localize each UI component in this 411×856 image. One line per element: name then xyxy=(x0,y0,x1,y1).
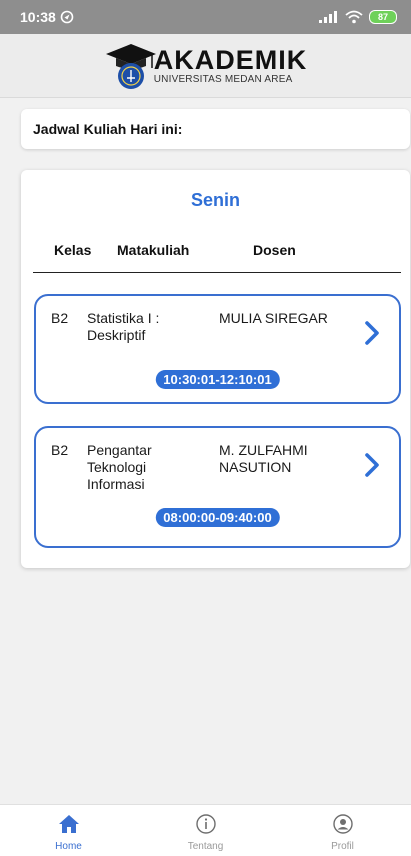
home-icon xyxy=(58,815,79,833)
column-header-kelas: Kelas xyxy=(54,242,92,258)
app-logo: AKADEMIK UNIVERSITAS MEDAN AREA xyxy=(104,40,308,92)
nav-label-home: Home xyxy=(55,841,82,852)
course-dosen: MULIA SIREGAR xyxy=(219,310,328,326)
nav-item-profil[interactable]: Profil xyxy=(283,805,403,852)
course-matakuliah: Pengantar Teknologi Informasi xyxy=(87,442,152,492)
battery-indicator: 87 xyxy=(369,10,397,24)
location-icon xyxy=(60,10,74,24)
course-matakuliah: Statistika I : Deskriptif xyxy=(87,310,160,343)
course-card[interactable]: B2 Statistika I : Deskriptif MULIA SIREG… xyxy=(34,294,401,404)
chevron-right-icon[interactable] xyxy=(363,452,381,478)
nav-item-home[interactable]: Home xyxy=(9,805,129,852)
signal-icon xyxy=(319,11,337,23)
nav-item-tentang[interactable]: Tentang xyxy=(146,805,266,852)
bottom-navigation: Home Tentang Profil xyxy=(0,804,411,856)
column-header-dosen: Dosen xyxy=(253,242,296,258)
course-time-badge: 10:30:01-12:10:01 xyxy=(155,370,280,389)
course-card[interactable]: B2 Pengantar Teknologi Informasi M. ZULF… xyxy=(34,426,401,548)
app-subtitle: UNIVERSITAS MEDAN AREA xyxy=(153,74,293,85)
course-dosen: M. ZULFAHMI NASUTION xyxy=(219,442,308,475)
header-divider xyxy=(33,272,401,273)
chevron-right-icon[interactable] xyxy=(363,320,381,346)
column-header-matakuliah: Matakuliah xyxy=(117,242,190,258)
logo-text: AKADEMIK UNIVERSITAS MEDAN AREA xyxy=(154,46,308,85)
course-kelas: B2 xyxy=(51,310,69,326)
info-icon xyxy=(195,814,216,834)
schedule-panel: Senin Kelas Matakuliah Dosen B2 Statisti… xyxy=(21,170,410,568)
today-schedule-header: Jadwal Kuliah Hari ini: xyxy=(21,109,410,149)
day-title: Senin xyxy=(190,190,240,210)
course-time-badge: 08:00:00-09:40:00 xyxy=(155,508,280,527)
status-left: 10:38 xyxy=(20,9,74,25)
status-bar: 10:38 87 xyxy=(0,0,411,34)
wifi-icon xyxy=(345,10,363,24)
course-kelas: B2 xyxy=(51,442,69,458)
status-time: 10:38 xyxy=(20,9,56,25)
nav-label-profil: Profil xyxy=(331,841,354,852)
nav-label-tentang: Tentang xyxy=(187,841,224,852)
today-schedule-label: Jadwal Kuliah Hari ini: xyxy=(33,121,183,137)
profile-icon xyxy=(332,814,353,834)
app-title: AKADEMIK xyxy=(153,45,308,75)
status-right: 87 xyxy=(319,10,397,24)
app-header: AKADEMIK UNIVERSITAS MEDAN AREA xyxy=(0,34,411,98)
university-emblem-icon xyxy=(105,43,156,89)
